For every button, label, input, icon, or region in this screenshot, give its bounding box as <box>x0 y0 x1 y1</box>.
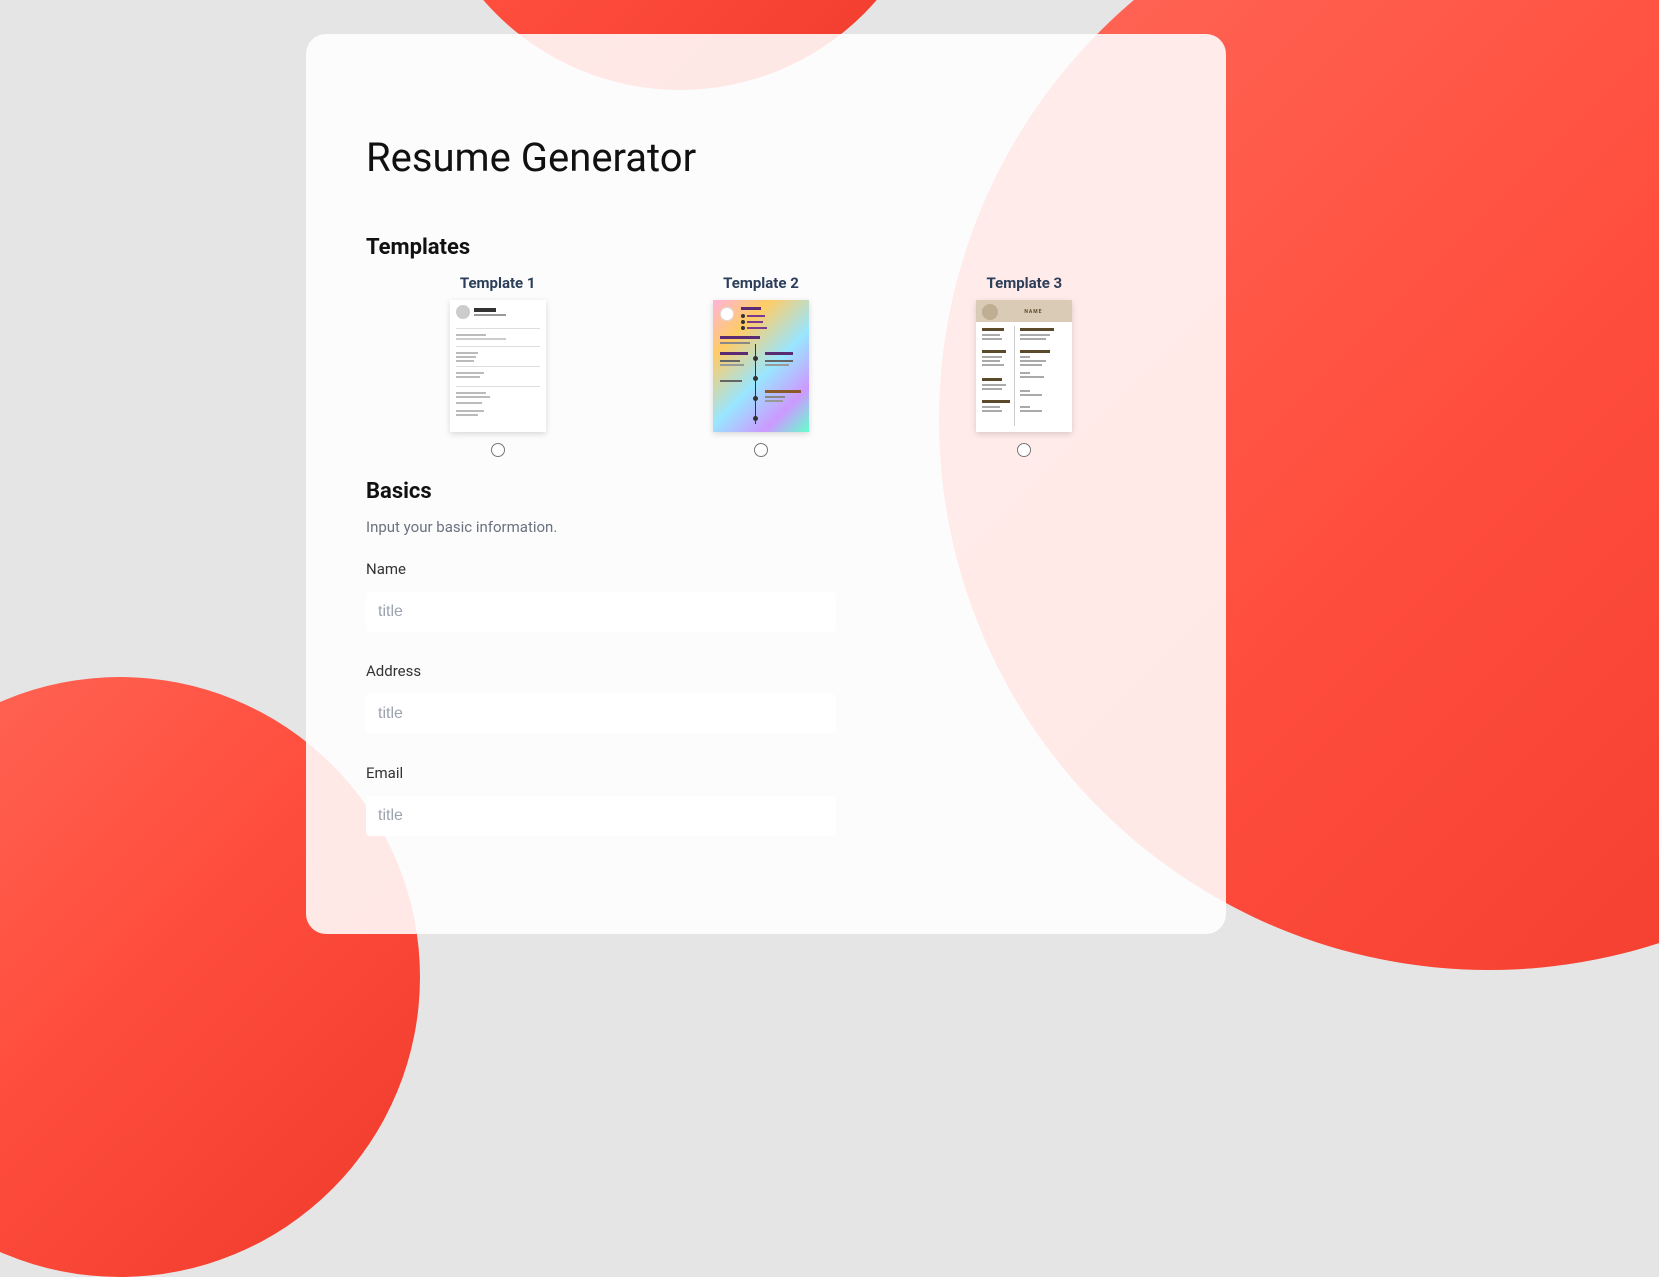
address-input[interactable] <box>366 694 836 734</box>
basics-heading: Basics <box>366 479 1156 504</box>
name-input[interactable] <box>366 592 836 632</box>
template-option-1: Template 1 <box>366 274 629 461</box>
form-group-address: Address <box>366 662 1156 734</box>
email-label: Email <box>366 764 1156 782</box>
template-thumbnail-1[interactable] <box>450 300 546 432</box>
page-title: Resume Generator <box>366 134 1156 181</box>
template-label: Template 3 <box>893 274 1156 292</box>
email-input[interactable] <box>366 796 836 836</box>
basics-subheading: Input your basic information. <box>366 518 1156 536</box>
form-group-name: Name <box>366 560 1156 632</box>
template-radio-3[interactable] <box>1017 443 1031 457</box>
template-label: Template 2 <box>629 274 892 292</box>
main-card: Resume Generator Templates Template 1 <box>306 34 1226 934</box>
templates-row: Template 1 <box>366 274 1156 461</box>
template-radio-2[interactable] <box>754 443 768 457</box>
template-label: Template 1 <box>366 274 629 292</box>
template-radio-1[interactable] <box>491 443 505 457</box>
address-label: Address <box>366 662 1156 680</box>
template-option-3: Template 3 NAME <box>893 274 1156 461</box>
template-option-2: Template 2 <box>629 274 892 461</box>
form-group-email: Email <box>366 764 1156 836</box>
template-thumbnail-2[interactable] <box>713 300 809 432</box>
name-label: Name <box>366 560 1156 578</box>
templates-heading: Templates <box>366 235 1156 260</box>
template-thumbnail-3[interactable]: NAME <box>976 300 1072 432</box>
